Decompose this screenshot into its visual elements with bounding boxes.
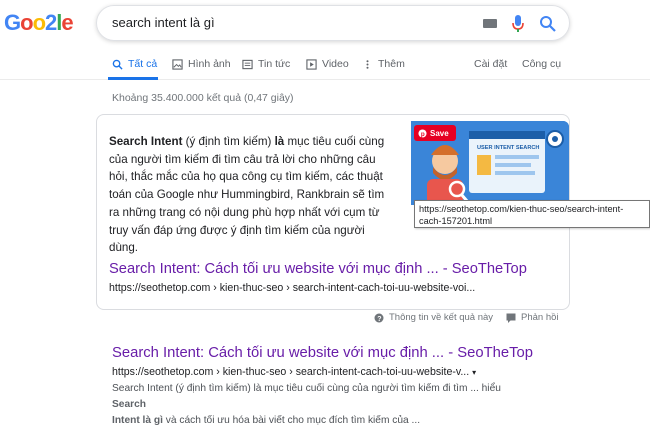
- snippet-part: mục tiêu cuối cùng của người tìm kiếm đi…: [109, 135, 385, 255]
- tools-label: Công cụ: [522, 58, 562, 70]
- header: Goo2le search intent là gì: [0, 0, 650, 48]
- help-icon: ?: [374, 313, 384, 323]
- search-icon: [112, 59, 123, 70]
- about-result-link[interactable]: ? Thông tin về kết quả này: [374, 312, 493, 323]
- tab-images[interactable]: Hình ảnh: [172, 58, 231, 70]
- settings-label: Cài đặt: [474, 58, 508, 70]
- logo-letter: G: [4, 10, 21, 35]
- svg-text:p: p: [421, 131, 425, 138]
- search-tabs: Tất cả Hình ảnh Tin tức Video Thêm Cài đ…: [0, 50, 650, 80]
- result-description: Search Intent (ý định tìm kiếm) là mục t…: [112, 381, 522, 429]
- snippet-link-title[interactable]: Search Intent: Cách tối ưu website với m…: [109, 261, 527, 277]
- result-title[interactable]: Search Intent: Cách tối ưu website với m…: [112, 345, 533, 361]
- image-icon: [172, 58, 183, 70]
- logo-letter: e: [61, 10, 73, 35]
- tab-label: Hình ảnh: [188, 58, 231, 70]
- desc-part: Search Intent (ý định tìm kiếm) là mục t…: [112, 383, 501, 394]
- pinterest-save-button[interactable]: p Save: [414, 125, 456, 141]
- result-url[interactable]: https://seothetop.com › kien-thuc-seo › …: [112, 366, 476, 378]
- tab-label: Thêm: [378, 58, 405, 70]
- tab-tools[interactable]: Công cụ: [522, 58, 561, 70]
- search-input[interactable]: search intent là gì: [112, 15, 215, 30]
- svg-text:?: ?: [377, 316, 381, 323]
- tab-label: Tất cả: [128, 58, 158, 70]
- snippet-link-url[interactable]: https://seothetop.com › kien-thuc-seo › …: [109, 282, 475, 294]
- snippet-bold: là: [274, 135, 285, 148]
- search-box[interactable]: search intent là gì: [96, 5, 570, 41]
- desc-bold: Search: [112, 399, 146, 410]
- url-tooltip: https://seothetop.com/kien-thuc-seo/sear…: [414, 200, 650, 228]
- active-tab-indicator: [108, 77, 158, 80]
- logo-letter: 2: [45, 10, 57, 35]
- search-icon[interactable]: [539, 15, 557, 33]
- news-icon: [242, 59, 253, 69]
- about-label: Thông tin về kết quả này: [389, 312, 494, 323]
- save-label: Save: [430, 128, 449, 138]
- image-caption: USER INTENT SEARCH: [477, 145, 539, 151]
- result-url-text: https://seothetop.com › kien-thuc-seo › …: [112, 366, 470, 378]
- result-stats: Khoảng 35.400.000 kết quả (0,47 giây): [112, 92, 294, 104]
- desc-bold: Intent là gì: [112, 415, 163, 426]
- keyboard-icon[interactable]: [483, 19, 497, 28]
- snippet-bold: Search Intent: [109, 135, 183, 148]
- mic-icon[interactable]: [511, 14, 525, 34]
- feedback-label: Phản hồi: [521, 312, 559, 323]
- tab-video[interactable]: Video: [306, 58, 349, 70]
- logo-letter: o: [32, 10, 46, 35]
- snippet-text: Search Intent (ý định tìm kiếm) là mục t…: [109, 133, 395, 257]
- chevron-down-icon[interactable]: ▾: [472, 368, 476, 377]
- more-icon: [366, 59, 369, 69]
- tab-settings[interactable]: Cài đặt: [474, 58, 507, 70]
- video-icon: [306, 58, 317, 70]
- feedback-icon: [506, 313, 516, 323]
- tab-label: Tin tức: [258, 58, 291, 70]
- tab-label: Video: [322, 58, 349, 70]
- pinterest-icon: p: [418, 128, 427, 138]
- google-logo[interactable]: Goo2le: [4, 10, 74, 36]
- snippet-part: (ý định tìm kiếm): [182, 135, 275, 148]
- feedback-link[interactable]: Phản hồi: [506, 312, 559, 323]
- tab-more[interactable]: Thêm: [362, 58, 405, 70]
- tab-news[interactable]: Tin tức: [242, 58, 290, 70]
- logo-letter: o: [20, 10, 33, 35]
- tab-all[interactable]: Tất cả: [112, 58, 157, 70]
- desc-part: và cách tối ưu hóa bài viết cho mục đích…: [162, 415, 421, 426]
